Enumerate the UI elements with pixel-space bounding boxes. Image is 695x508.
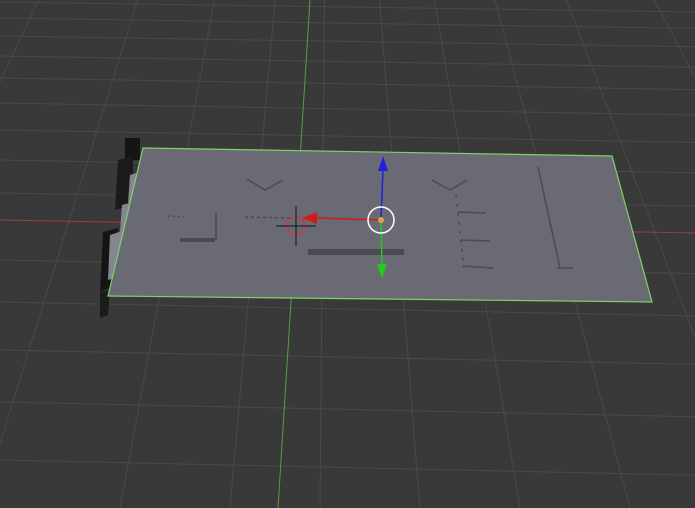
gizmo-y-axis[interactable] bbox=[380, 219, 383, 267]
grid-line bbox=[0, 0, 39, 84]
grid-line bbox=[0, 35, 695, 48]
grid-line bbox=[654, 0, 695, 79]
grid-line bbox=[0, 401, 695, 418]
grid-line bbox=[0, 102, 695, 116]
plane-mesh[interactable] bbox=[107, 147, 653, 303]
bar-center bbox=[308, 249, 404, 255]
bar-left bbox=[180, 238, 215, 242]
grid-line bbox=[0, 129, 695, 143]
step-line-2 bbox=[460, 239, 491, 242]
3d-viewport[interactable] bbox=[0, 0, 695, 508]
grid-line bbox=[0, 55, 695, 68]
object-origin-dot bbox=[378, 217, 384, 223]
viewport-canvas[interactable] bbox=[0, 0, 695, 508]
grid-line bbox=[0, 77, 695, 91]
grid-line bbox=[0, 17, 695, 29]
step-line-1 bbox=[457, 211, 487, 214]
grid-line bbox=[0, 459, 695, 476]
plane-face[interactable] bbox=[108, 148, 652, 302]
grid-line bbox=[0, 1, 695, 13]
